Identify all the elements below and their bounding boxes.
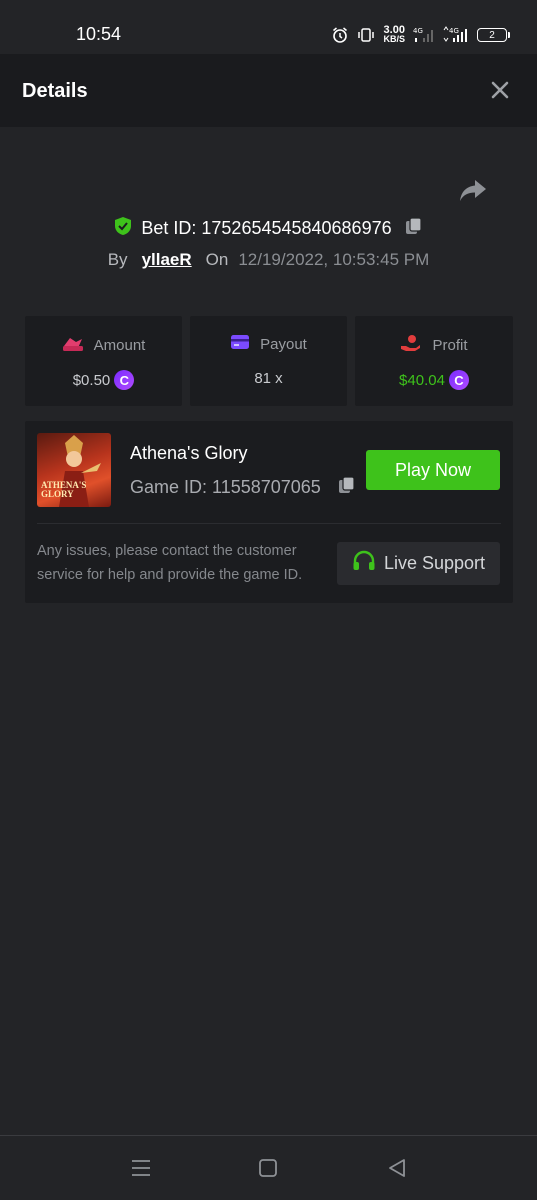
bet-id-row: Bet ID: 1752654545840686976	[0, 214, 537, 242]
amount-card: Amount $0.50 C	[25, 316, 182, 406]
by-label: By	[107, 250, 128, 269]
game-name: Athena's Glory	[130, 443, 248, 463]
signal-1-icon: 4G	[413, 26, 435, 44]
home-icon[interactable]	[256, 1156, 280, 1180]
alarm-icon	[331, 26, 349, 44]
close-icon[interactable]	[489, 79, 511, 101]
coin-icon: C	[114, 370, 135, 390]
verified-shield-icon	[113, 216, 133, 241]
live-support-label: Live Support	[383, 553, 486, 573]
payout-card: Payout 81 x	[190, 316, 347, 406]
amount-icon	[62, 334, 84, 356]
bet-id: Bet ID: 1752654545840686976	[141, 217, 392, 238]
profit-label: Profit	[432, 336, 468, 354]
copy-game-id-icon[interactable]	[337, 475, 357, 500]
profit-card: Profit $40.04 C	[355, 316, 513, 406]
signal-2-icon: 4G	[443, 26, 469, 44]
bet-date: 12/19/2022, 10:53:45 PM	[238, 250, 430, 269]
status-time: 10:54	[76, 24, 122, 44]
page-title: Details	[22, 80, 88, 102]
card-icon	[230, 334, 250, 354]
live-support-button[interactable]: Live Support	[337, 542, 500, 585]
game-card: ATHENA'S GLORY Athena's Glory Game ID: 1…	[25, 421, 513, 603]
back-icon[interactable]	[385, 1156, 409, 1180]
status-bar: 10:54 3.00 KB/S 4G 4G 2	[0, 0, 537, 54]
battery-icon: 2	[477, 28, 510, 42]
menu-icon[interactable]	[129, 1156, 153, 1180]
status-icons: 3.00 KB/S 4G 4G 2	[331, 24, 510, 46]
share-icon[interactable]	[458, 178, 488, 204]
amount-label: Amount	[93, 336, 146, 354]
bet-meta-row: By yllaeR On 12/19/2022, 10:53:45 PM	[0, 247, 537, 273]
svg-text:4G: 4G	[413, 27, 423, 35]
vibrate-icon	[357, 26, 375, 44]
system-nav-bar	[0, 1135, 537, 1200]
game-id-row: Game ID: 11558707065	[130, 475, 357, 499]
coin-icon: C	[448, 370, 469, 390]
payout-value: 81 x	[254, 370, 283, 387]
divider	[37, 523, 501, 524]
payout-label: Payout	[260, 335, 307, 353]
net-speed: 3.00 KB/S	[383, 24, 405, 44]
game-thumb-title: ATHENA'S GLORY	[41, 480, 87, 499]
on-label: On	[205, 250, 229, 269]
username-link[interactable]: yllaeR	[142, 250, 192, 270]
game-thumbnail[interactable]: ATHENA'S GLORY	[37, 433, 111, 507]
amount-value: $0.50	[72, 371, 111, 389]
game-id: Game ID: 11558707065	[130, 476, 321, 497]
headset-icon	[352, 550, 376, 577]
profit-value: $40.04	[399, 371, 445, 389]
header: Details	[0, 54, 537, 127]
copy-icon[interactable]	[404, 216, 424, 241]
support-message: Any issues, please contact the customer …	[37, 543, 303, 583]
play-now-button[interactable]: Play Now	[366, 450, 500, 490]
profit-icon	[400, 334, 422, 356]
svg-text:4G: 4G	[449, 27, 459, 35]
